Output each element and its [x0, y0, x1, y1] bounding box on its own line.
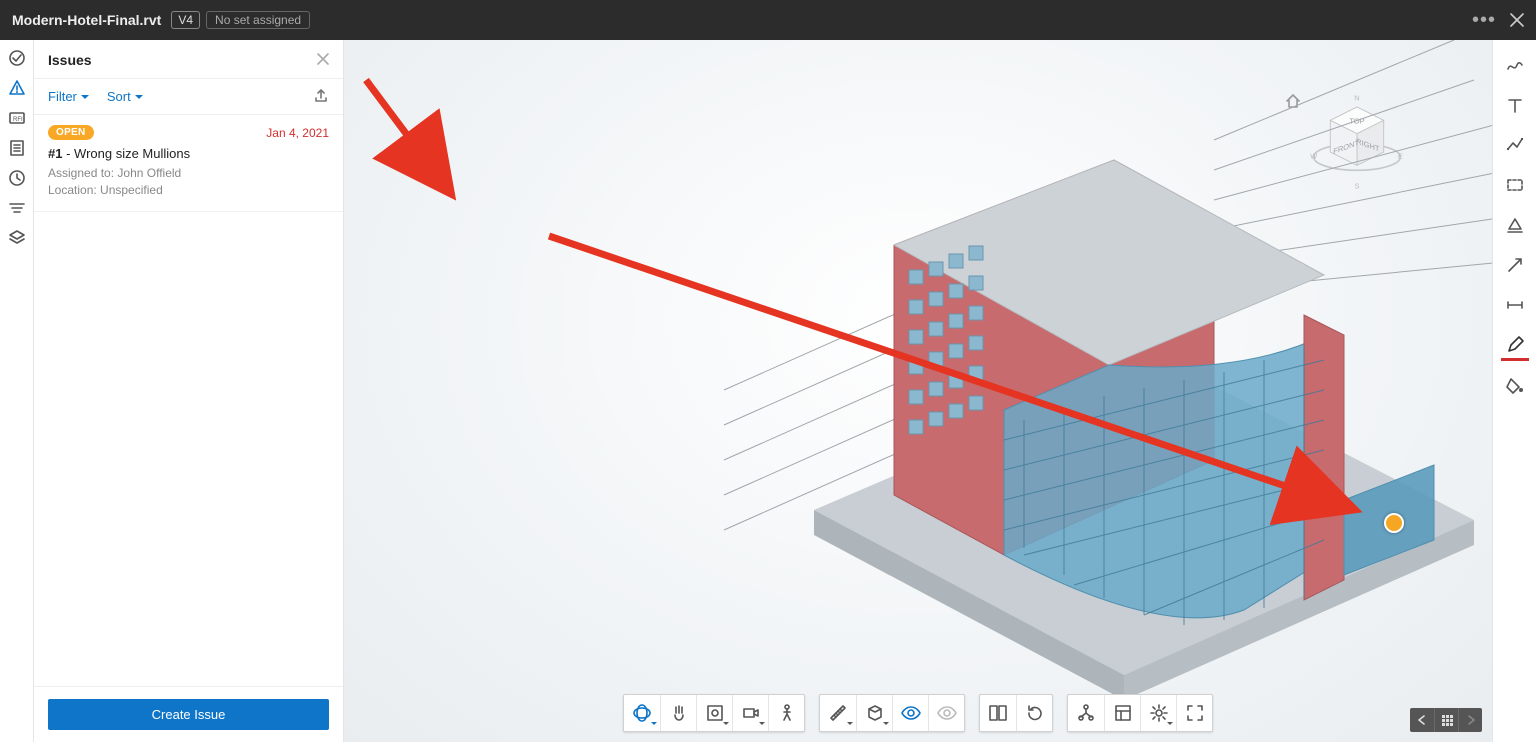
issue-assignee: John Offield [117, 166, 181, 180]
set-selector[interactable]: No set assigned [206, 11, 310, 29]
ghost-button[interactable] [928, 695, 964, 731]
issues-icon[interactable] [7, 78, 27, 98]
dimension-icon[interactable] [1504, 294, 1526, 316]
markups-icon[interactable] [7, 48, 27, 68]
split-view-button[interactable] [980, 695, 1016, 731]
tree-button[interactable] [1068, 695, 1104, 731]
chevron-down-icon [135, 95, 143, 103]
sort-label: Sort [107, 89, 131, 104]
freehand-icon[interactable] [1504, 54, 1526, 76]
measure-button[interactable] [820, 695, 856, 731]
rectangle-icon[interactable] [1504, 174, 1526, 196]
issue-date: Jan 4, 2021 [266, 126, 329, 140]
issue-list: OPEN Jan 4, 2021 #1 - Wrong size Mullion… [34, 115, 343, 686]
text-icon[interactable] [1504, 94, 1526, 116]
settings-button[interactable] [1140, 695, 1176, 731]
rfis-icon[interactable]: RFI [7, 108, 27, 128]
issue-item[interactable]: OPEN Jan 4, 2021 #1 - Wrong size Mullion… [34, 115, 343, 212]
show-issues-button[interactable] [892, 695, 928, 731]
properties-button[interactable] [1104, 695, 1140, 731]
pager-next-icon[interactable] [1458, 708, 1482, 732]
export-icon[interactable] [313, 87, 329, 106]
close-icon[interactable] [1510, 13, 1524, 27]
walk-button[interactable] [768, 695, 804, 731]
reset-button[interactable] [1016, 695, 1052, 731]
more-menu-icon[interactable]: ••• [1472, 9, 1496, 32]
issue-pin[interactable] [1384, 513, 1404, 533]
panel-close-icon[interactable] [317, 53, 329, 68]
issue-title: #1 - Wrong size Mullions [48, 146, 329, 161]
sheets-icon[interactable] [7, 138, 27, 158]
status-badge: OPEN [48, 125, 94, 140]
sort-dropdown[interactable]: Sort [107, 89, 143, 104]
nav-group [623, 694, 805, 732]
fill-icon[interactable] [1504, 374, 1526, 396]
chevron-down-icon [81, 95, 89, 103]
filter-dropdown[interactable]: Filter [48, 89, 89, 104]
version-badge[interactable]: V4 [171, 11, 200, 29]
pencil-icon[interactable] [1504, 334, 1526, 356]
polyline-icon[interactable] [1504, 134, 1526, 156]
left-rail: RFI [0, 40, 34, 742]
split-group [979, 694, 1053, 732]
history-icon[interactable] [7, 168, 27, 188]
pager-grid-icon[interactable] [1434, 708, 1458, 732]
measure-group [819, 694, 965, 732]
title-bar: Modern-Hotel-Final.rvt V4 No set assigne… [0, 0, 1536, 40]
pan-button[interactable] [660, 695, 696, 731]
markup-rail [1492, 40, 1536, 742]
pager-prev-icon[interactable] [1410, 708, 1434, 732]
sheet-pager [1410, 708, 1482, 732]
shape-icon[interactable] [1504, 214, 1526, 236]
arrow-icon[interactable] [1504, 254, 1526, 276]
issues-panel: Issues Filter Sort OPEN Jan [34, 40, 344, 742]
viewer-canvas[interactable]: TOP FRONT RIGHT N E W S [344, 40, 1492, 742]
viewer-toolbar [623, 694, 1213, 732]
issue-location: Unspecified [100, 183, 163, 197]
camera-button[interactable] [732, 695, 768, 731]
issue-title-text: Wrong size Mullions [74, 146, 190, 161]
settings-group [1067, 694, 1213, 732]
issue-meta: Assigned to: John Offield Location: Unsp… [48, 165, 329, 199]
issue-number: #1 [48, 146, 62, 161]
orbit-button[interactable] [624, 695, 660, 731]
zoom-button[interactable] [696, 695, 732, 731]
layers-icon[interactable] [7, 228, 27, 248]
create-issue-button[interactable]: Create Issue [48, 699, 329, 730]
panel-title: Issues [48, 52, 317, 68]
file-name: Modern-Hotel-Final.rvt [12, 12, 161, 28]
filter-label: Filter [48, 89, 77, 104]
section-button[interactable] [856, 695, 892, 731]
svg-text:RFI: RFI [13, 117, 23, 123]
model-view [604, 100, 1492, 720]
fullscreen-button[interactable] [1176, 695, 1212, 731]
levels-icon[interactable] [7, 198, 27, 218]
